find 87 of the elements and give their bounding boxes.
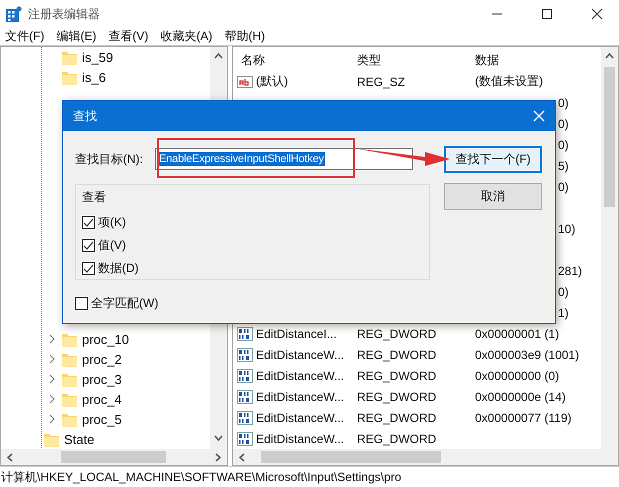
scroll-left-icon <box>7 452 13 462</box>
checkbox[interactable] <box>82 262 95 275</box>
check-icon <box>83 263 94 274</box>
checkbox-label[interactable]: 项(K) <box>98 214 126 231</box>
app-icon <box>6 6 22 22</box>
tree-item[interactable]: is_6 <box>82 70 106 85</box>
value-name[interactable]: (默认) <box>256 73 288 90</box>
value-type: REG_DWORD <box>356 348 438 362</box>
value-name[interactable]: EditDistanceW... <box>256 432 344 446</box>
menu-item[interactable]: 帮助(H) <box>224 28 265 46</box>
value-data: 0) <box>558 284 569 299</box>
binary-value-icon <box>237 432 253 446</box>
value-type: REG_DWORD <box>356 326 438 341</box>
value-name[interactable]: EditDistanceW... <box>256 368 344 383</box>
value-type: REG_DWORD <box>356 390 438 404</box>
scroll-left-icon <box>239 452 245 462</box>
scroll-thumb[interactable] <box>61 451 166 464</box>
binary-value-icon <box>237 390 253 404</box>
menu-item[interactable]: 文件(F) <box>5 28 44 46</box>
scroll-up-icon <box>214 53 223 60</box>
binary-value-icon <box>237 348 253 362</box>
checkbox[interactable] <box>75 297 88 310</box>
tree-item[interactable]: is_59 <box>82 50 114 65</box>
string-value-icon <box>237 74 253 89</box>
value-data: 10) <box>558 222 576 236</box>
value-type: REG_SZ <box>356 74 406 89</box>
column-header[interactable]: 类型 <box>353 52 471 70</box>
field-label: 查找目标(N): <box>75 150 143 168</box>
value-name[interactable]: EditDistanceI... <box>256 326 337 341</box>
window-title: 注册表编辑器 <box>28 6 100 23</box>
value-name[interactable]: EditDistanceW... <box>256 410 344 425</box>
vertical-scrollbar[interactable] <box>601 47 618 450</box>
value-data: (数值未设置) <box>474 73 543 90</box>
checkbox[interactable] <box>82 239 95 252</box>
tree-item[interactable]: proc_3 <box>82 372 122 387</box>
find-next-button[interactable]: 查找下一个(F) <box>444 146 542 173</box>
close-icon <box>533 110 545 122</box>
dialog-title: 查找 <box>73 108 97 124</box>
menu-item[interactable]: 收藏夹(A) <box>160 28 212 46</box>
value-type: REG_DWORD <box>356 410 438 425</box>
group-title: 查看 <box>82 189 107 206</box>
check-icon <box>83 217 94 228</box>
check-icon <box>83 240 94 251</box>
checkbox-label[interactable]: 数据(D) <box>98 260 139 277</box>
horizontal-scrollbar[interactable] <box>1 449 227 466</box>
value-data: 0x00000001 (1) <box>474 326 560 341</box>
scroll-thumb[interactable] <box>604 67 615 208</box>
scroll-right-icon <box>215 452 221 462</box>
cancel-button[interactable]: 取消 <box>444 183 542 210</box>
value-data: 0) <box>558 180 569 194</box>
checkbox-label[interactable]: 值(V) <box>98 237 126 254</box>
value-data: 5) <box>558 158 569 173</box>
scroll-thumb[interactable] <box>261 451 441 464</box>
binary-value-icon <box>237 410 253 425</box>
tree-item[interactable]: proc_4 <box>82 392 122 407</box>
column-header[interactable]: 数据 <box>471 52 499 70</box>
value-name[interactable]: EditDistanceW... <box>256 390 344 404</box>
horizontal-scrollbar[interactable] <box>233 449 618 466</box>
checkbox-label[interactable]: 全字匹配(W) <box>91 295 158 312</box>
binary-value-icon <box>237 368 253 383</box>
tree-item[interactable]: proc_5 <box>82 412 122 427</box>
value-data: 0) <box>558 138 569 152</box>
menu-item[interactable]: 查看(V) <box>108 28 148 46</box>
scroll-down-icon <box>214 435 223 442</box>
value-data: 281) <box>558 264 582 278</box>
value-name[interactable]: EditDistanceW... <box>256 348 344 362</box>
close-icon <box>591 8 603 20</box>
tree-item[interactable]: proc_10 <box>82 332 129 347</box>
value-data: 0) <box>558 116 569 131</box>
checkbox[interactable] <box>82 216 95 229</box>
tree-item[interactable]: proc_2 <box>82 352 122 367</box>
value-type: REG_DWORD <box>356 368 438 383</box>
value-type: REG_DWORD <box>356 432 438 446</box>
value-data: 0) <box>558 96 569 110</box>
value-data: 1) <box>558 306 569 320</box>
value-data: 0x00000077 (119) <box>474 410 572 425</box>
value-data: 0x000003e9 (1001) <box>474 348 580 362</box>
menu-item[interactable]: 编辑(E) <box>56 28 96 46</box>
value-data: 0x00000000 (0) <box>474 368 560 383</box>
maximize-icon <box>541 8 553 20</box>
search-field[interactable]: EnableExpressiveInputShellHotkey <box>155 148 413 170</box>
scroll-up-icon <box>605 53 614 60</box>
binary-value-icon <box>237 326 253 341</box>
status-bar: 计算机\HKEY_LOCAL_MACHINE\SOFTWARE\Microsoft\Input\Settings\pro <box>0 466 619 487</box>
column-header[interactable]: 名称 <box>233 52 353 70</box>
value-data: 0x0000000e (14) <box>474 390 566 404</box>
tree-item[interactable]: State <box>64 432 94 447</box>
